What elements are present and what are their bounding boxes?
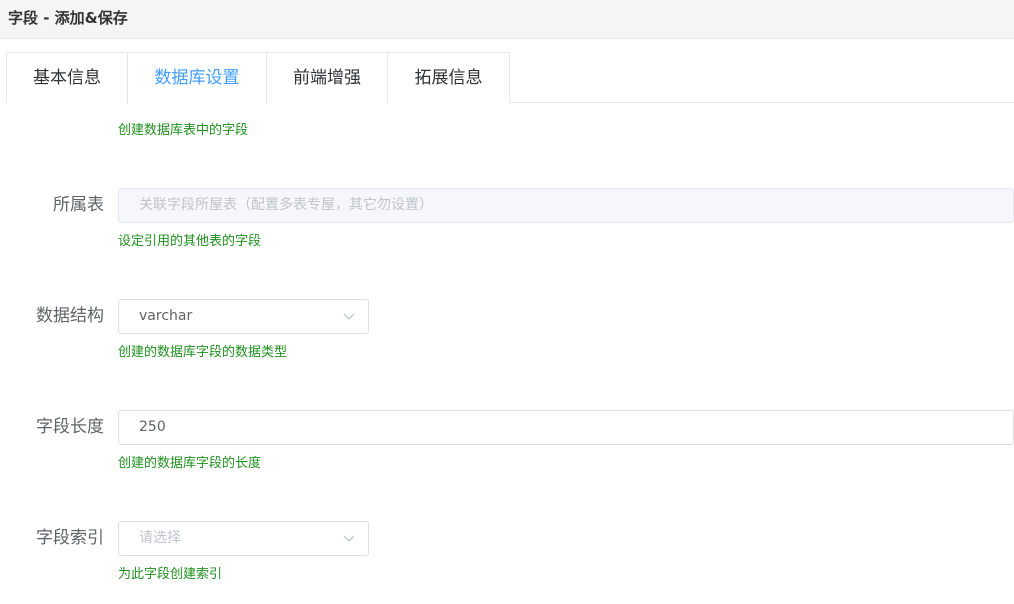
chevron-down-icon	[343, 313, 355, 320]
field-length-value: 250	[139, 419, 166, 435]
data-structure-value: varchar	[139, 308, 193, 324]
field-length-hint: 创建的数据库字段的长度	[118, 456, 262, 471]
field-index-placeholder: 请选择	[139, 530, 181, 546]
field-length-label: 字段长度	[36, 417, 104, 437]
owner-table-hint: 设定引用的其他表的字段	[118, 234, 262, 249]
window-titlebar: 字段 - 添加&保存	[0, 0, 1014, 39]
top-hint: 创建数据库表中的字段	[118, 123, 249, 138]
owner-table-label: 所属表	[53, 195, 104, 215]
owner-table-input[interactable]: 关联字段所屋表（配置多表专屋，其它勿设置）	[118, 188, 1014, 223]
tab-bar: 基本信息 数据库设置 前端增强 拓展信息	[6, 52, 1014, 104]
tab-database-settings[interactable]: 数据库设置	[127, 52, 267, 104]
data-structure-label: 数据结构	[36, 306, 104, 326]
data-structure-hint: 创建的数据库字段的数据类型	[118, 345, 288, 360]
tab-extended-info[interactable]: 拓展信息	[387, 52, 510, 103]
data-structure-select[interactable]: varchar	[118, 299, 369, 334]
field-index-label: 字段索引	[36, 528, 104, 548]
window-title: 字段 - 添加&保存	[8, 9, 128, 27]
chevron-down-icon	[343, 535, 355, 542]
tab-basic-info[interactable]: 基本信息	[6, 52, 128, 103]
field-length-input[interactable]: 250	[118, 410, 1014, 445]
owner-table-placeholder: 关联字段所屋表（配置多表专屋，其它勿设置）	[139, 197, 433, 213]
field-index-hint: 为此字段创建索引	[118, 567, 223, 582]
field-index-select[interactable]: 请选择	[118, 521, 369, 556]
tab-frontend-enhance[interactable]: 前端增强	[266, 52, 388, 103]
